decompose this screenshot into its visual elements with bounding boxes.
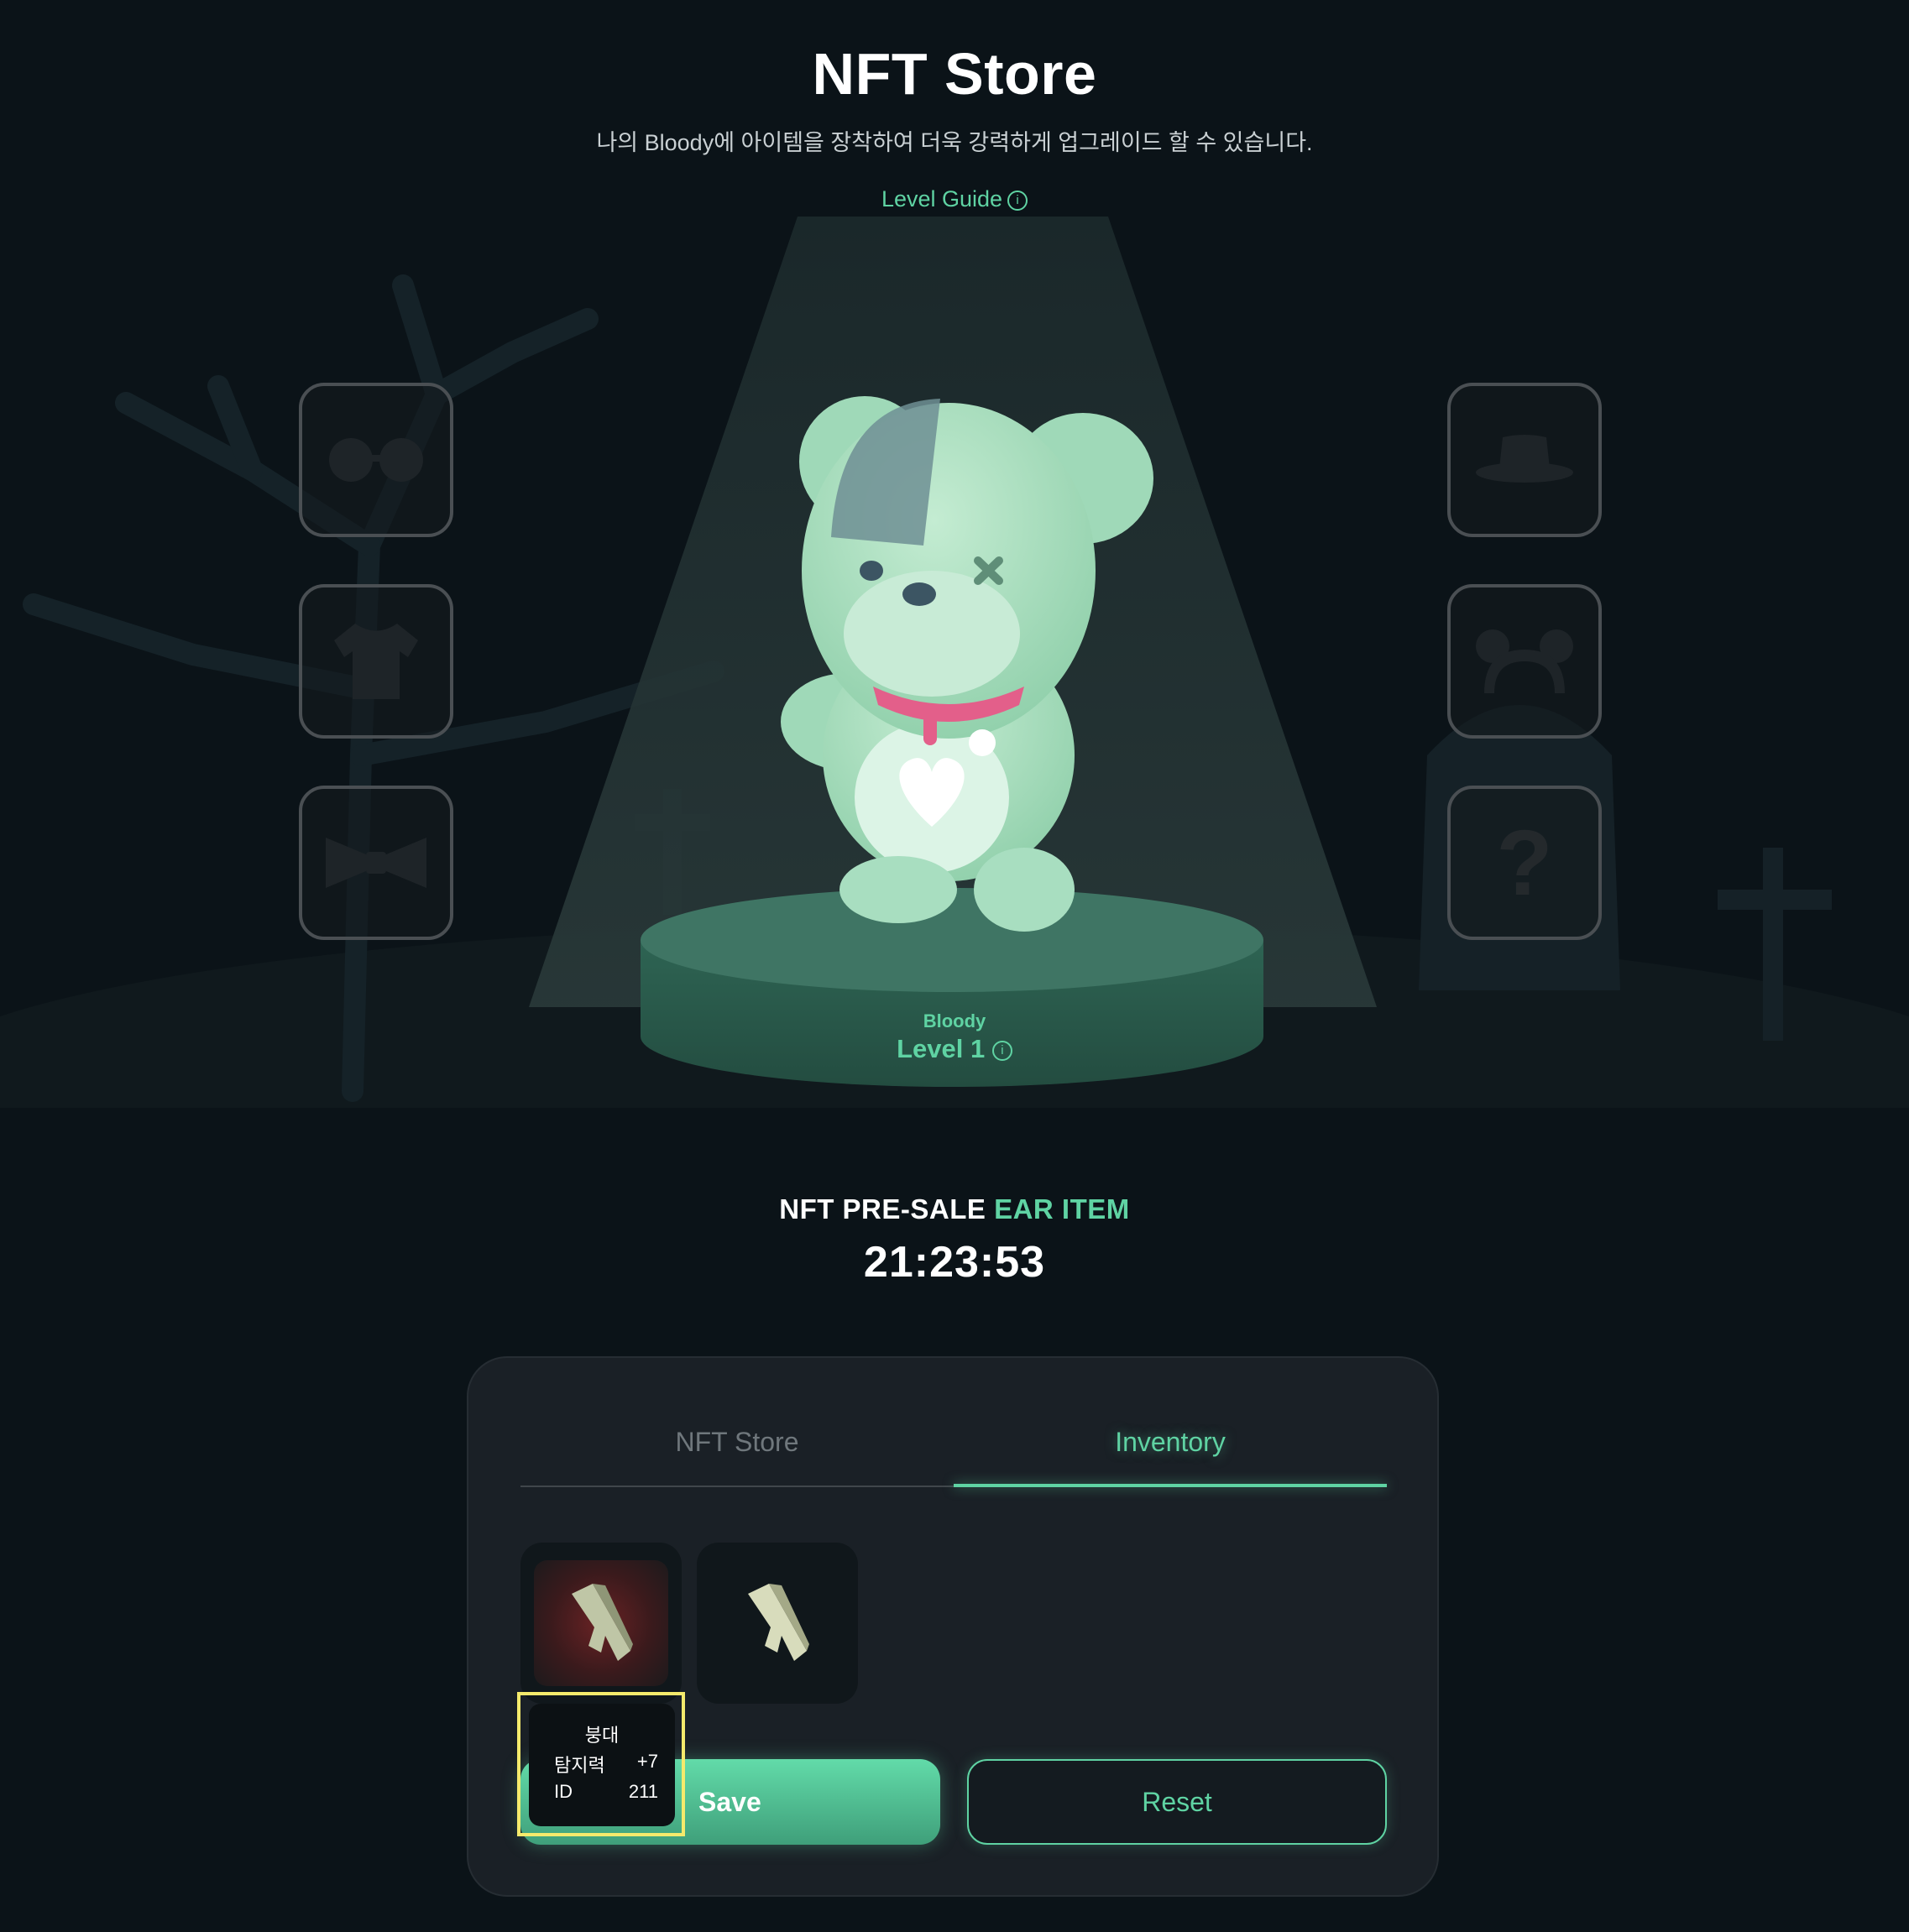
- bandage-icon: [572, 1584, 633, 1661]
- slot-glasses[interactable]: [299, 383, 453, 537]
- bandage-icon: [748, 1584, 809, 1661]
- bowtie-icon: [326, 838, 426, 888]
- tooltip-stat-value: +7: [636, 1751, 658, 1772]
- ear-headband-icon: [1476, 629, 1573, 693]
- page-title: NFT Store: [812, 41, 1097, 107]
- tooltip-id-row: ID 211: [554, 1781, 658, 1803]
- level-guide-link[interactable]: Level Guide i: [0, 186, 1909, 212]
- presale-accent: EAR ITEM: [994, 1193, 1130, 1224]
- tab-nft-store[interactable]: NFT Store: [520, 1427, 954, 1458]
- slot-mystery[interactable]: ?: [1447, 786, 1602, 940]
- page-subtitle: 나의 Bloody에 아이템을 장착하여 더욱 강력하게 업그레이드 할 수 있…: [596, 130, 1313, 155]
- slot-ear[interactable]: [1447, 584, 1602, 739]
- item-tooltip: 붕대 탐지력 +7 ID 211: [529, 1704, 675, 1826]
- character-level[interactable]: Level 1 i: [0, 1034, 1909, 1064]
- character-name: Bloody: [923, 1010, 986, 1031]
- tooltip-item-name: 붕대: [584, 1725, 620, 1746]
- hat-icon: [1476, 435, 1573, 483]
- glasses-icon: [329, 438, 423, 482]
- tooltip-stat-row: 탐지력 +7: [554, 1751, 658, 1778]
- info-icon: i: [1007, 190, 1028, 211]
- tooltip-id-label: ID: [554, 1781, 573, 1802]
- slot-hat[interactable]: [1447, 383, 1602, 537]
- tab-inventory[interactable]: Inventory: [954, 1427, 1387, 1458]
- info-icon: i: [991, 1040, 1012, 1061]
- question-icon: ?: [1496, 811, 1553, 915]
- slot-bowtie[interactable]: [299, 786, 453, 940]
- shirt-icon: [334, 624, 418, 699]
- inventory-item[interactable]: [520, 1543, 682, 1704]
- presale-timer: 21:23:53: [863, 1238, 1046, 1287]
- tooltip-id-value: 211: [628, 1781, 658, 1802]
- presale-heading: NFT PRE-SALE EAR ITEM: [0, 1193, 1909, 1225]
- level-guide-label: Level Guide: [881, 186, 1003, 211]
- background-scene: [0, 217, 1909, 1108]
- character-level-label: Level 1: [897, 1034, 986, 1063]
- slot-shirt[interactable]: [299, 584, 453, 739]
- inventory-item[interactable]: [697, 1543, 858, 1704]
- tab-active-indicator: [954, 1484, 1387, 1487]
- presale-prefix: NFT PRE-SALE: [779, 1193, 986, 1224]
- tooltip-stat-label: 탐지력: [554, 1755, 605, 1776]
- reset-button[interactable]: Reset: [967, 1759, 1387, 1845]
